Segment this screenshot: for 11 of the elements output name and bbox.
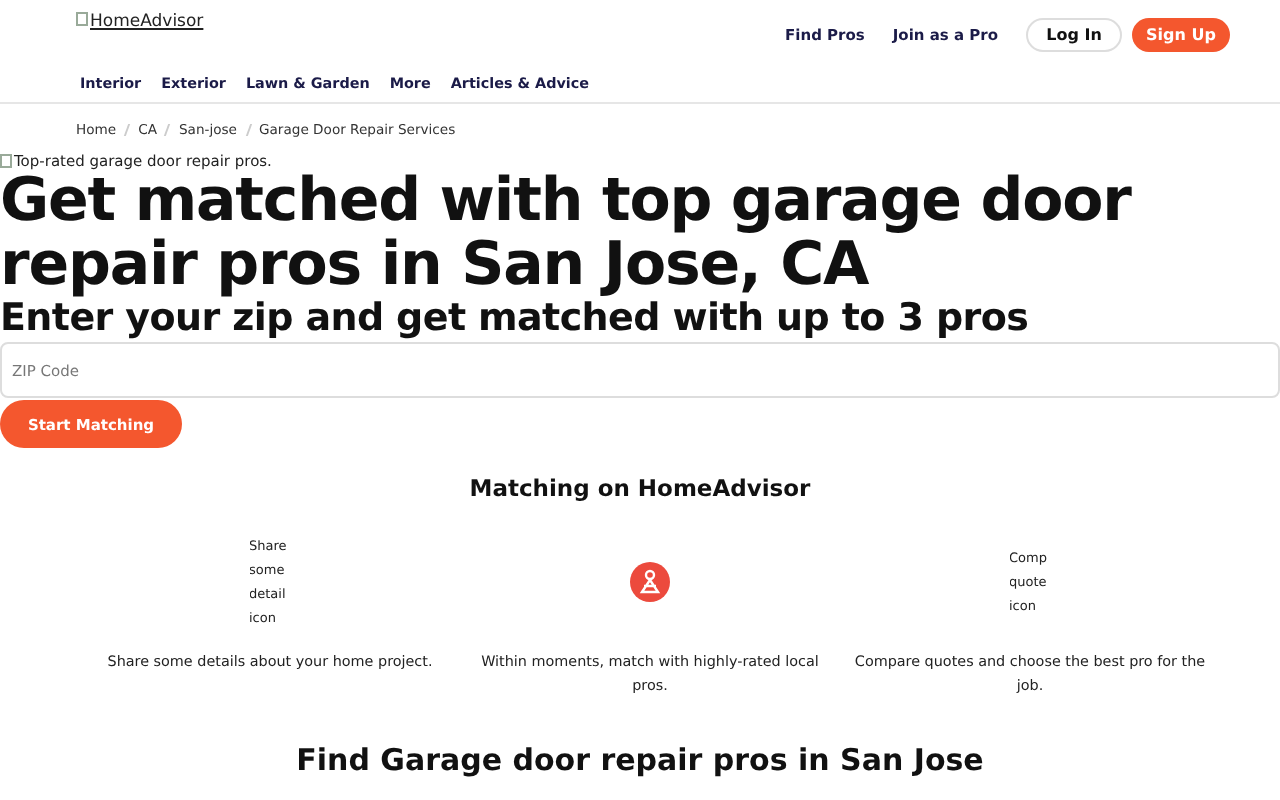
subheading: Enter your zip and get matched with up to 3 pros (0, 298, 1031, 340)
page-heading: Get matched with top garage door repair pros in San Jose, CA (0, 170, 1134, 298)
broken-image-icon (76, 12, 88, 26)
section-title: Matching on HomeAdvisor (467, 474, 813, 502)
breadcrumb-separator (123, 124, 131, 136)
breadcrumb-separator (244, 124, 252, 136)
logo-link[interactable]: HomeAdvisor (76, 12, 204, 32)
breadcrumb-separator (164, 124, 172, 136)
person-icon (630, 562, 670, 602)
login-button[interactable]: Log In (1026, 17, 1122, 51)
section-title: Find Garage door repair pros in San Jose (294, 742, 986, 778)
